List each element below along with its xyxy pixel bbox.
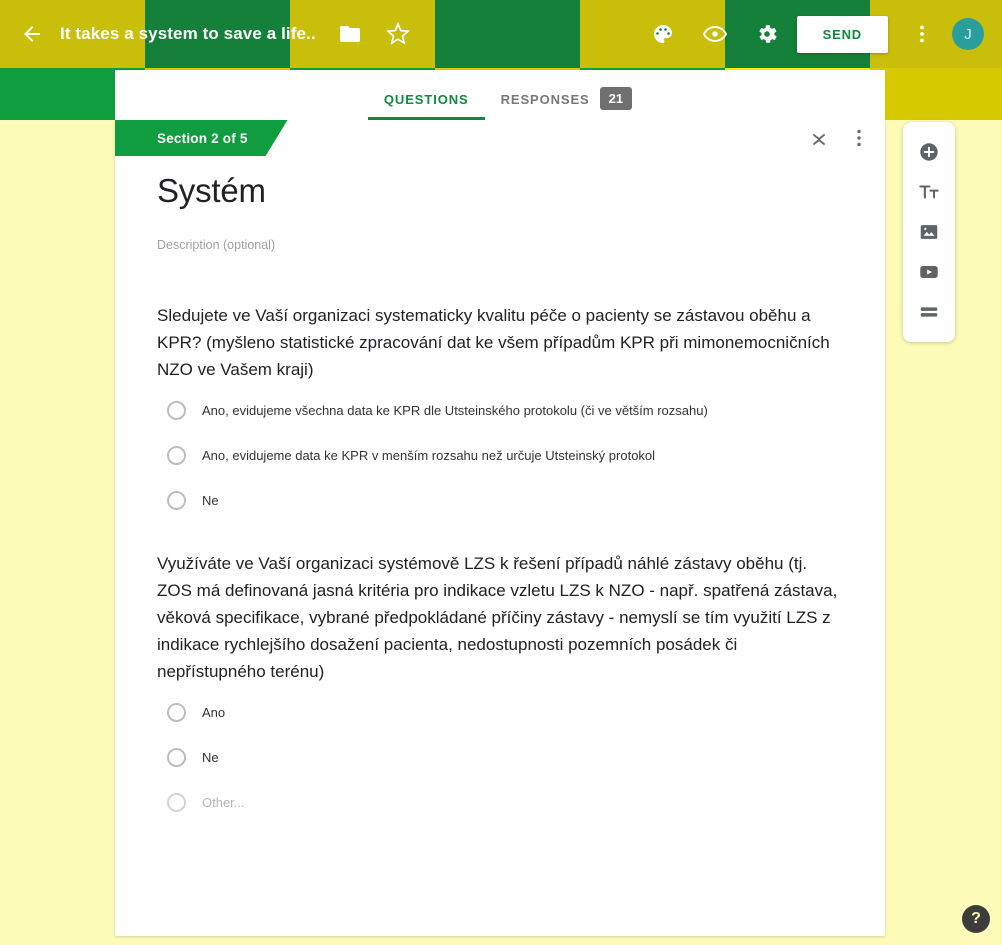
add-title-icon[interactable] bbox=[903, 172, 955, 212]
question-block: Využíváte ve Vaší organizaci systémově L… bbox=[157, 550, 843, 812]
tab-bar: QUESTIONS RESPONSES 21 bbox=[115, 70, 885, 120]
top-app-bar: It takes a system to save a life.. SEND … bbox=[0, 0, 1002, 68]
help-button[interactable]: ? bbox=[962, 905, 990, 933]
option-row-other[interactable]: Other... bbox=[167, 793, 843, 812]
eye-icon[interactable] bbox=[702, 22, 727, 46]
avatar[interactable]: J bbox=[952, 18, 984, 50]
tab-questions[interactable]: QUESTIONS bbox=[367, 92, 485, 120]
section-more-icon[interactable] bbox=[847, 126, 871, 150]
option-label: Ano, evidujeme všechna data ke KPR dle U… bbox=[202, 403, 708, 418]
add-section-icon[interactable] bbox=[903, 292, 955, 332]
option-row[interactable]: Ne bbox=[167, 748, 843, 767]
palette-icon[interactable] bbox=[651, 22, 675, 46]
radio-icon[interactable] bbox=[167, 446, 186, 465]
option-label: Ne bbox=[202, 750, 219, 765]
radio-icon[interactable] bbox=[167, 703, 186, 722]
option-row[interactable]: Ne bbox=[167, 491, 843, 510]
question-text[interactable]: Sledujete ve Vaší organizaci systematick… bbox=[157, 302, 843, 383]
add-video-icon[interactable] bbox=[903, 252, 955, 292]
question-text[interactable]: Využíváte ve Vaší organizaci systémově L… bbox=[157, 550, 843, 685]
option-label: Ano bbox=[202, 705, 226, 720]
add-image-icon[interactable] bbox=[903, 212, 955, 252]
form-section-card: Section 2 of 5 Systém Description (optio… bbox=[115, 120, 885, 936]
banner-tile bbox=[870, 68, 1002, 120]
add-item-toolbar bbox=[903, 122, 955, 342]
question-block: Sledujete ve Vaší organizaci systematick… bbox=[157, 302, 843, 510]
section-description-input[interactable]: Description (optional) bbox=[157, 238, 843, 252]
tab-responses[interactable]: RESPONSES bbox=[485, 92, 606, 120]
section-banner: Section 2 of 5 bbox=[115, 120, 288, 156]
folder-icon[interactable] bbox=[338, 22, 362, 46]
section-body: Systém Description (optional) Sledujete … bbox=[115, 120, 885, 812]
option-label: Ano, evidujeme data ke KPR v menším rozs… bbox=[202, 448, 656, 463]
section-title[interactable]: Systém bbox=[157, 172, 843, 210]
section-label: Section 2 of 5 bbox=[157, 130, 248, 146]
option-label: Ne bbox=[202, 493, 219, 508]
radio-icon[interactable] bbox=[167, 491, 186, 510]
radio-icon[interactable] bbox=[167, 793, 186, 812]
option-label: Other... bbox=[202, 795, 245, 810]
page-title[interactable]: It takes a system to save a life.. bbox=[60, 24, 316, 44]
collapse-icon[interactable] bbox=[807, 126, 831, 150]
back-arrow-icon[interactable] bbox=[20, 22, 44, 46]
more-vert-icon[interactable] bbox=[910, 22, 934, 46]
star-icon[interactable] bbox=[385, 21, 410, 46]
gear-icon[interactable] bbox=[755, 22, 779, 46]
send-button[interactable]: SEND bbox=[796, 15, 888, 53]
option-row[interactable]: Ano, evidujeme všechna data ke KPR dle U… bbox=[167, 401, 843, 420]
radio-icon[interactable] bbox=[167, 748, 186, 767]
radio-icon[interactable] bbox=[167, 401, 186, 420]
add-question-icon[interactable] bbox=[903, 132, 955, 172]
option-row[interactable]: Ano, evidujeme data ke KPR v menším rozs… bbox=[167, 446, 843, 465]
option-row[interactable]: Ano bbox=[167, 703, 843, 722]
section-actions bbox=[791, 126, 871, 150]
